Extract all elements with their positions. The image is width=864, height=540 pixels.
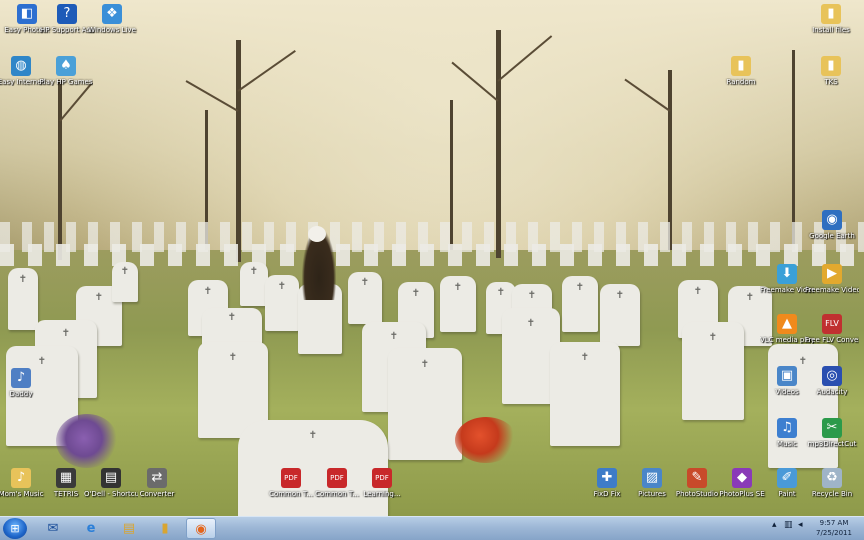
wallpaper-tree <box>792 50 795 250</box>
taskbar-clock[interactable]: 9:57 AM 7/25/2011 <box>812 518 856 538</box>
clock-time: 9:57 AM <box>819 519 849 527</box>
wallpaper-headstone <box>348 272 382 324</box>
desktop-icon-label: Learning... <box>363 490 401 498</box>
desktop-icon-label: TKS <box>824 78 838 86</box>
desktop-icon-learning[interactable]: PDF Learning... <box>355 468 409 498</box>
desktop-icon-windows-live[interactable]: ❖ Windows Live <box>85 4 139 34</box>
desktop-icon-random[interactable]: ▮ Random <box>714 56 768 86</box>
desktop-icon-label: Free FLV Converter <box>805 336 859 344</box>
windows-live-icon: ❖ <box>102 4 122 24</box>
hp-games-icon: ♠ <box>56 56 76 76</box>
hp-support-icon: ? <box>57 4 77 24</box>
clock-date: 7/25/2011 <box>816 529 852 537</box>
mp3-cut-icon: ✂ <box>822 418 842 438</box>
wallpaper-headstone <box>440 276 476 332</box>
mail-icon[interactable]: ✉ <box>38 518 68 539</box>
google-earth-icon: ◉ <box>822 210 842 230</box>
audacity-icon: ◎ <box>822 366 842 386</box>
desktop-icon-daddy[interactable]: ♪ Daddy <box>0 368 48 398</box>
desktop-icon-label: Converter <box>139 490 175 498</box>
folder-icon: ▮ <box>731 56 751 76</box>
firefox-icon[interactable]: ◉ <box>186 518 216 539</box>
pdf-icon: PDF <box>372 468 392 488</box>
desktop-icon-label: Random <box>726 78 756 86</box>
wallpaper-fog <box>0 0 864 250</box>
internet-explorer-icon[interactable]: e <box>76 518 106 539</box>
folder-music-icon: ♪ <box>11 468 31 488</box>
freemake-converter-icon: ▶ <box>822 264 842 284</box>
folder-icon[interactable]: ▮ <box>150 518 180 539</box>
wallpaper-headstone <box>550 342 620 446</box>
desktop-icon-label: Play HP Games <box>39 78 93 86</box>
windows-start-icon[interactable]: ⊞ <box>3 518 27 539</box>
tray-expand-icon[interactable]: ▴ <box>772 520 777 530</box>
wallpaper-flowers <box>455 417 517 463</box>
folder-icon: ▮ <box>821 56 841 76</box>
wallpaper-eagle-head <box>308 226 326 242</box>
music-icon: ♫ <box>777 418 797 438</box>
desktop-icon-label: Audacity <box>816 388 848 396</box>
vlc-icon: ▲ <box>777 314 797 334</box>
desktop[interactable]: ◧ Easy Photo... ? HP Support Assistant ❖… <box>0 0 864 516</box>
wallpaper-headstone <box>265 275 299 331</box>
wallpaper-flowers <box>56 414 118 468</box>
tray-volume-icon[interactable]: ◂ <box>798 520 803 530</box>
desktop-icon-mp3directcut[interactable]: ✂ mp3DirectCut <box>805 418 859 448</box>
windows-explorer-icon[interactable]: ▤ <box>114 518 144 539</box>
folder-icon: ▮ <box>821 4 841 24</box>
desktop-icon-label: Daddy <box>9 390 33 398</box>
desktop-icon-converter[interactable]: ⇄ Converter <box>130 468 184 498</box>
desktop-icon-google-earth[interactable]: ◉ Google Earth <box>805 210 859 240</box>
desktop-icon-label: Windows Live <box>88 26 136 34</box>
pdf-icon: PDF <box>327 468 347 488</box>
videos-icon: ▣ <box>777 366 797 386</box>
wallpaper-headstone <box>682 322 744 420</box>
wallpaper-headstone <box>388 348 462 460</box>
desktop-icon-label: Freemake Video Co... <box>805 286 859 294</box>
recycle-bin-icon: ♻ <box>822 468 842 488</box>
flv-converter-icon: FLV <box>822 314 842 334</box>
shortcut-icon: ▤ <box>101 468 121 488</box>
desktop-icon-hp-games[interactable]: ♠ Play HP Games <box>39 56 93 86</box>
desktop-icon-install-files[interactable]: ▮ Install files <box>804 4 858 34</box>
fix-icon: ✚ <box>597 468 617 488</box>
wallpaper-headstone <box>600 284 640 346</box>
tray-network-icon[interactable]: ▥ <box>784 520 793 530</box>
desktop-icon-label: Install files <box>812 26 850 34</box>
converter-icon: ⇄ <box>147 468 167 488</box>
desktop-icon-label: Google Earth <box>809 232 855 240</box>
wallpaper-headstone <box>562 276 598 332</box>
music-file-icon: ♪ <box>11 368 31 388</box>
desktop-icon-audacity[interactable]: ◎ Audacity <box>805 366 859 396</box>
desktop-icon-flv-converter[interactable]: FLV Free FLV Converter <box>805 314 859 344</box>
wallpaper-headstone <box>768 344 838 468</box>
photoplus-icon: ◆ <box>732 468 752 488</box>
easy-photo-icon: ◧ <box>17 4 37 24</box>
taskbar: ⊞ ✉ e ▤ ▮ ◉ ▴ ▥ ◂ 9:57 AM 7/25/2011 <box>0 516 864 540</box>
photostudio-icon: ✎ <box>687 468 707 488</box>
wallpaper-headstone <box>112 262 138 302</box>
tetris-icon: ▦ <box>56 468 76 488</box>
desktop-icon-tks[interactable]: ▮ TKS <box>804 56 858 86</box>
pictures-icon: ▨ <box>642 468 662 488</box>
desktop-icon-label: mp3DirectCut <box>807 440 857 448</box>
wallpaper-headstone <box>8 268 38 330</box>
desktop-icon-recycle-bin[interactable]: ♻ Recycle Bin <box>805 468 859 498</box>
pdf-icon: PDF <box>281 468 301 488</box>
wallpaper-headstone <box>240 262 268 306</box>
easy-internet-icon: ◍ <box>11 56 31 76</box>
desktop-icon-label: Recycle Bin <box>811 490 853 498</box>
paint-icon: ✐ <box>777 468 797 488</box>
desktop-icon-freemake-converter[interactable]: ▶ Freemake Video Co... <box>805 264 859 294</box>
freemake-downloader-icon: ⬇ <box>777 264 797 284</box>
